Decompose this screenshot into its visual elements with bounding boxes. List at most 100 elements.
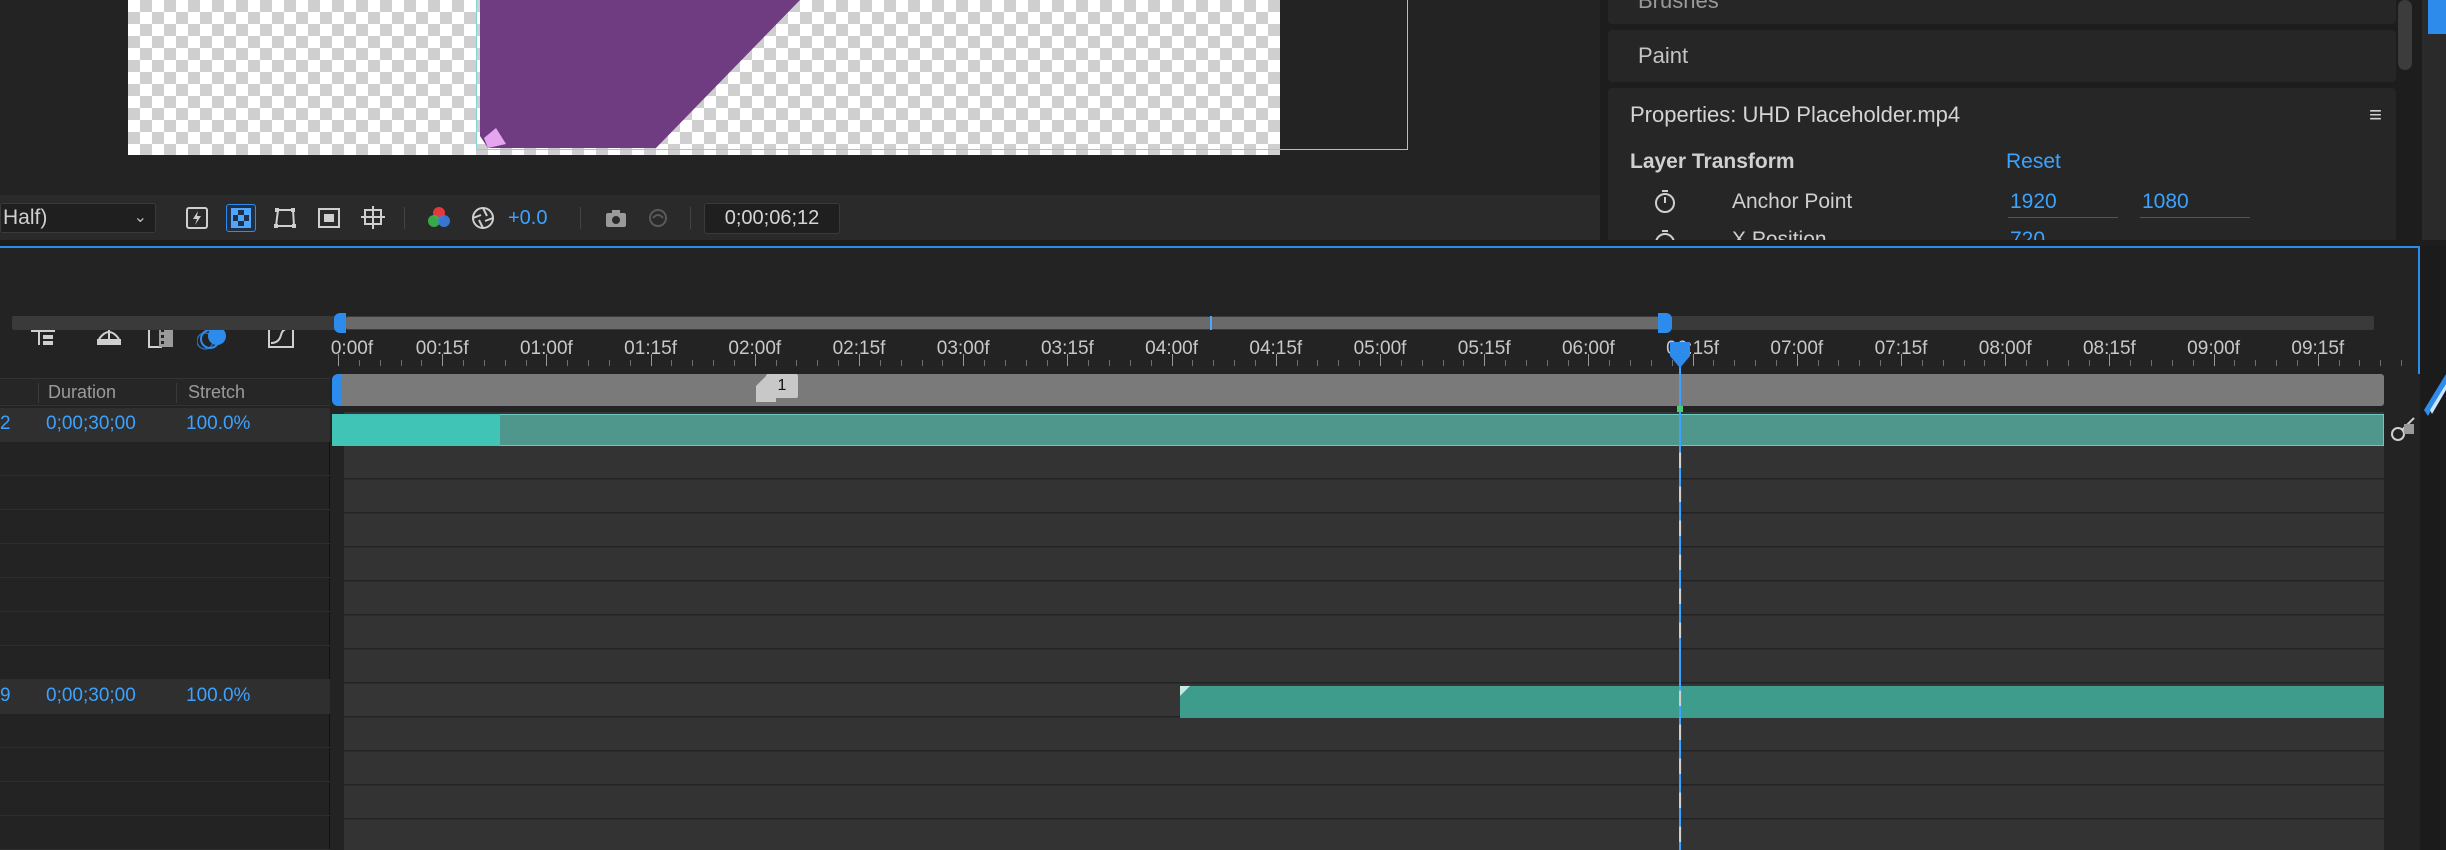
track-row[interactable] <box>344 548 2384 581</box>
viewer-toolbar: Half) ⌄ +0.0 0;00;06;12 <box>0 195 1600 240</box>
ruler-minor-tick <box>1004 360 1006 366</box>
composition-viewer: Half) ⌄ +0.0 0;00;06;12 <box>0 0 1600 240</box>
property-row[interactable] <box>0 578 330 612</box>
exposure-value[interactable]: +0.0 <box>508 204 547 232</box>
show-snapshot-icon[interactable] <box>643 204 673 232</box>
layer-stretch[interactable]: 100.0% <box>186 413 250 435</box>
ruler-minor-tick <box>1254 360 1256 366</box>
reset-button[interactable]: Reset <box>2006 150 2061 174</box>
track-row[interactable] <box>344 480 2384 513</box>
property-row[interactable] <box>0 646 330 680</box>
exposure-reset-icon[interactable] <box>468 204 498 232</box>
ruler-minor-tick <box>2359 360 2361 366</box>
ruler-major-tick <box>1588 354 1590 366</box>
property-row[interactable] <box>0 612 330 646</box>
transparency-grid-icon[interactable] <box>226 204 256 232</box>
ruler-minor-tick <box>942 360 944 366</box>
ruler-major-tick <box>338 354 339 366</box>
track-row[interactable] <box>344 650 2384 683</box>
property-row[interactable] <box>0 714 330 748</box>
ruler-minor-tick <box>1463 360 1465 366</box>
ruler-minor-tick <box>1775 360 1777 366</box>
time-ruler[interactable]: 0:00f 00:15f 01:00f 01:15f 02:00f 02:15f 03:00… <box>331 330 2403 370</box>
property-row[interactable] <box>0 816 330 850</box>
ruler-minor-tick <box>775 360 777 366</box>
work-area-start-handle[interactable] <box>332 374 342 406</box>
resolution-select[interactable]: Half) ⌄ <box>0 203 156 233</box>
layer-duration[interactable]: 0;00;30;00 <box>46 413 136 435</box>
panel-scrollbar[interactable] <box>2398 0 2412 70</box>
layer-stretch[interactable]: 100.0% <box>186 685 250 707</box>
ruler-minor-tick <box>588 360 590 366</box>
x-position-field[interactable]: 720 <box>2010 228 2045 240</box>
chevron-down-icon: ⌄ <box>133 209 147 226</box>
brushes-panel-header[interactable]: Brushes <box>1608 0 2396 24</box>
layer-transform-heading[interactable]: Layer Transform <box>1630 150 1795 174</box>
ruler-minor-tick <box>2192 360 2194 366</box>
column-divider[interactable] <box>38 383 39 403</box>
property-row[interactable] <box>0 476 330 510</box>
adjacent-panel-tab[interactable] <box>2428 0 2446 34</box>
property-row[interactable] <box>0 544 330 578</box>
property-row[interactable] <box>0 510 330 544</box>
composition-canvas[interactable] <box>128 0 1408 155</box>
track-row[interactable] <box>344 582 2384 615</box>
track-row[interactable] <box>344 752 2384 785</box>
layer-row[interactable]: 2 0;00;30;00 100.0% <box>0 408 330 442</box>
property-row[interactable] <box>0 748 330 782</box>
property-row[interactable] <box>0 442 330 476</box>
ruler-minor-tick <box>400 360 402 366</box>
track-row[interactable] <box>344 718 2384 751</box>
current-time-display[interactable]: 0;00;06;12 <box>704 203 840 234</box>
track-row[interactable] <box>344 514 2384 547</box>
track-row[interactable] <box>344 446 2384 479</box>
layer-duration[interactable]: 0;00;30;00 <box>46 685 136 707</box>
layer-end-tab-icon[interactable] <box>2388 416 2416 446</box>
ruler-minor-tick <box>629 360 631 366</box>
stopwatch-icon[interactable] <box>1652 228 1678 240</box>
ruler-minor-tick <box>2046 360 2048 366</box>
layer-duration-bar[interactable] <box>332 414 2384 446</box>
panel-menu-icon[interactable]: ≡ <box>2369 102 2382 128</box>
anchor-point-x-field[interactable]: 1920 <box>2008 188 2118 218</box>
color-channels-icon[interactable] <box>424 204 454 232</box>
property-row[interactable] <box>0 782 330 816</box>
paint-panel-header[interactable]: Paint <box>1608 30 2396 82</box>
ruler-minor-tick <box>1713 360 1715 366</box>
guides-icon[interactable] <box>358 204 388 232</box>
fast-previews-icon[interactable] <box>182 204 212 232</box>
ruler-minor-tick <box>1046 360 1048 366</box>
mask-path-icon[interactable] <box>270 204 300 232</box>
ruler-minor-tick <box>1213 360 1215 366</box>
track-row[interactable] <box>344 616 2384 649</box>
x-position-row: X Position 720 <box>1608 228 2396 240</box>
track-row[interactable] <box>344 820 2384 850</box>
ruler-major-tick <box>546 354 548 366</box>
layer-duration-bar-cached <box>332 414 500 446</box>
anchor-point-label: Anchor Point <box>1732 190 1853 213</box>
ruler-minor-tick <box>1880 360 1882 366</box>
playhead-handle-icon[interactable] <box>1668 340 1692 370</box>
anchor-point-y-field[interactable]: 1080 <box>2140 188 2250 218</box>
stopwatch-icon[interactable] <box>1652 188 1678 214</box>
snapshot-icon[interactable] <box>601 204 631 232</box>
column-divider[interactable] <box>176 383 177 403</box>
region-of-interest-icon[interactable] <box>314 204 344 232</box>
resolution-value: Half) <box>3 206 48 229</box>
ruler-minor-tick <box>2401 360 2403 366</box>
duration-column-header[interactable]: Duration <box>48 382 116 403</box>
time-navigator-range[interactable] <box>346 317 1672 329</box>
ruler-major-tick <box>963 354 965 366</box>
composition-canvas-area[interactable] <box>0 0 1600 195</box>
ruler-minor-tick <box>984 360 986 366</box>
layer-row[interactable]: 9 0;00;30;00 100.0% <box>0 680 330 714</box>
stretch-column-header[interactable]: Stretch <box>188 382 245 403</box>
ruler-minor-tick <box>1421 360 1423 366</box>
comp-marker-label[interactable]: 1 <box>766 374 798 398</box>
work-area-bar[interactable] <box>336 374 2384 406</box>
track-row[interactable] <box>344 786 2384 819</box>
toolbar-divider <box>690 207 691 229</box>
anchor-point-row: Anchor Point 1920 1080 <box>1608 186 2396 220</box>
properties-title: Properties: UHD Placeholder.mp4 <box>1630 102 1961 127</box>
layer-duration-bar[interactable] <box>1180 686 2384 718</box>
